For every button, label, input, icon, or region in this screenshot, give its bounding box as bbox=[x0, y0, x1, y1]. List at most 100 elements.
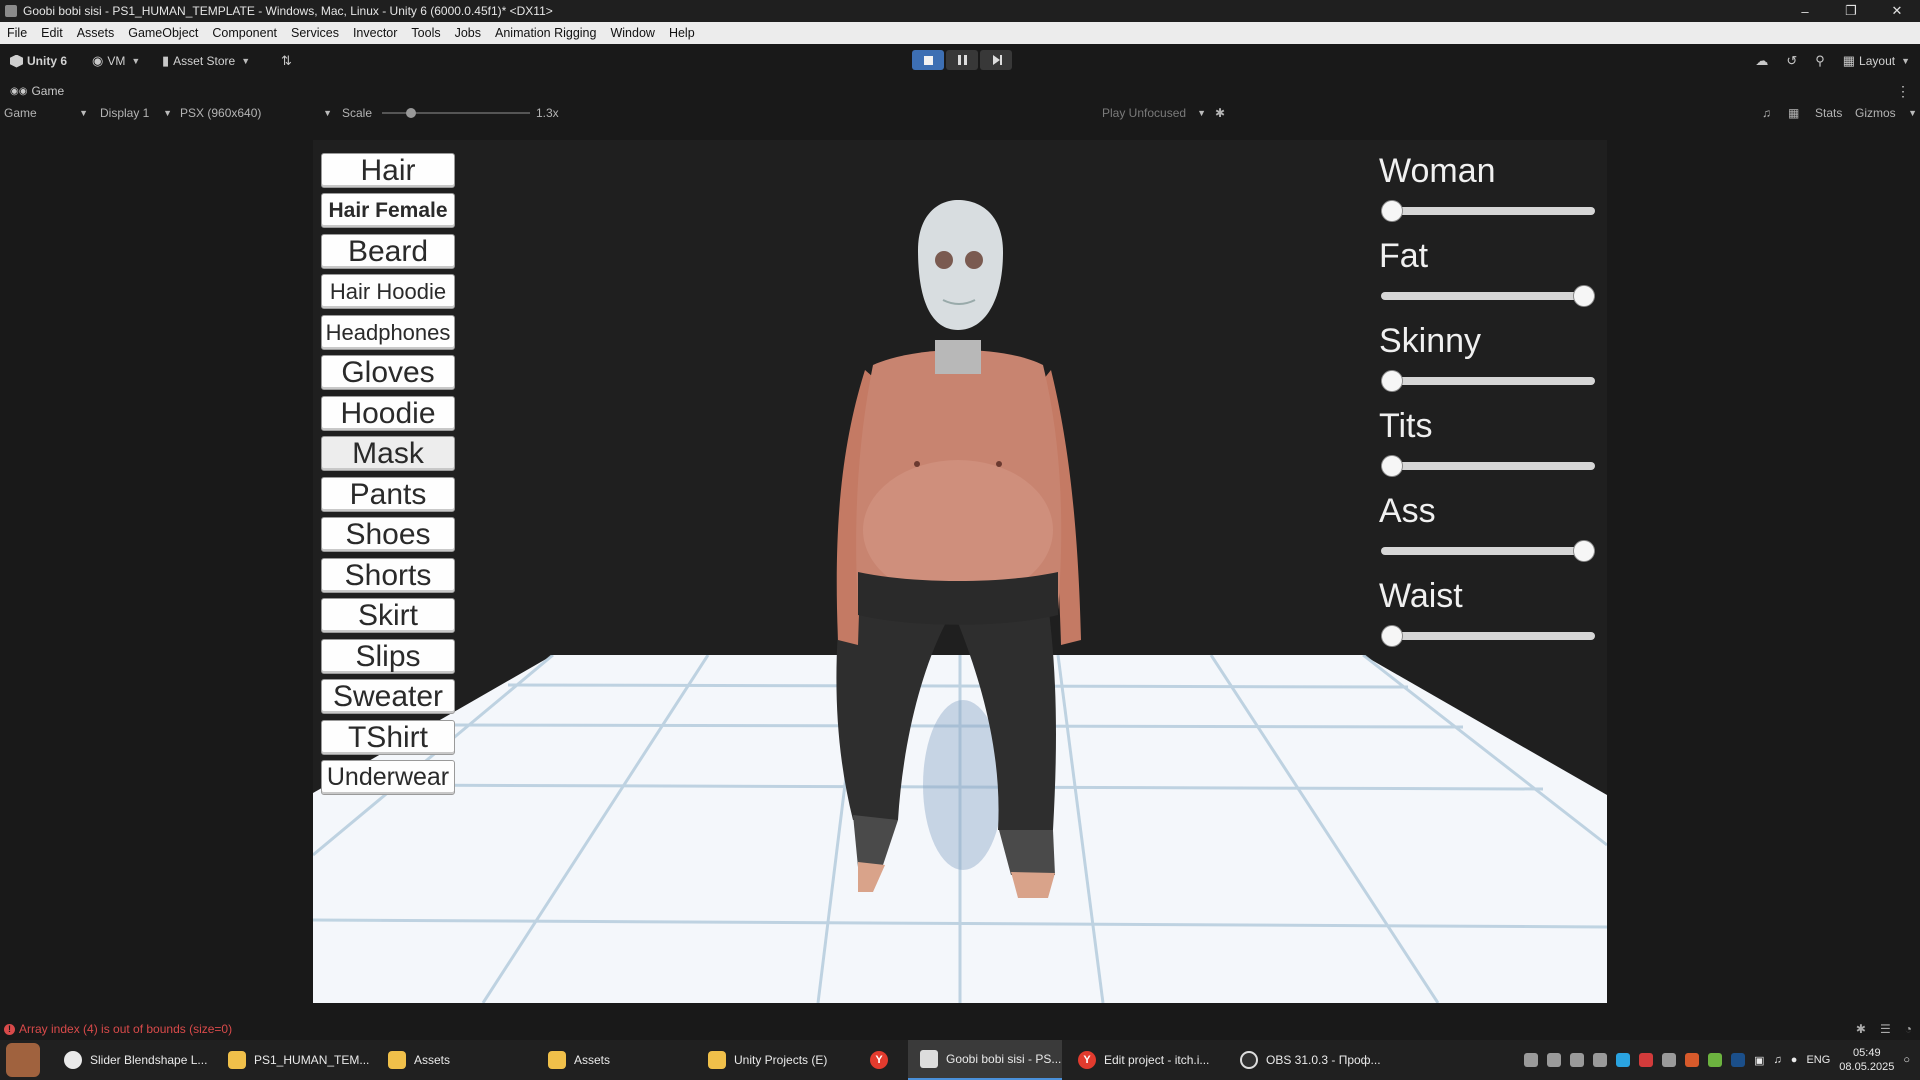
tits-slider-handle[interactable] bbox=[1381, 455, 1403, 477]
volume-icon[interactable]: ♫ bbox=[1774, 1054, 1782, 1066]
mask-button[interactable]: Mask bbox=[321, 436, 455, 471]
history-icon[interactable]: ↺ bbox=[1786, 53, 1797, 69]
woman-slider-handle[interactable] bbox=[1381, 200, 1403, 222]
hoodie-button[interactable]: Hoodie bbox=[321, 396, 455, 431]
usb-icon[interactable] bbox=[1662, 1053, 1677, 1067]
taskbar-item-itch[interactable]: Y Edit project - itch.i... bbox=[1078, 1040, 1209, 1080]
layout-dropdown[interactable]: ▦ Layout ▼ bbox=[1843, 53, 1910, 69]
underwear-button[interactable]: Underwear bbox=[321, 760, 455, 795]
beard-button[interactable]: Beard bbox=[321, 234, 455, 269]
microphone-icon[interactable]: ● bbox=[1791, 1054, 1798, 1066]
nvidia-icon[interactable] bbox=[1708, 1053, 1723, 1067]
telegram-icon[interactable] bbox=[1616, 1053, 1631, 1067]
fat-slider-handle[interactable] bbox=[1573, 285, 1595, 307]
hair-button[interactable]: Hair bbox=[321, 153, 455, 188]
user-avatar[interactable] bbox=[6, 1040, 40, 1080]
taskbar-item-unity-editor[interactable]: Goobi bobi sisi - PS... bbox=[908, 1040, 1062, 1080]
tray-app-icon[interactable] bbox=[1685, 1053, 1700, 1067]
skinny-slider[interactable] bbox=[1381, 370, 1595, 392]
menu-jobs[interactable]: Jobs bbox=[448, 22, 488, 44]
menu-edit[interactable]: Edit bbox=[34, 22, 70, 44]
steam-icon[interactable] bbox=[1731, 1053, 1746, 1067]
skirt-button[interactable]: Skirt bbox=[321, 598, 455, 633]
taskbar-item-assets-1[interactable]: Assets bbox=[388, 1040, 450, 1080]
menu-services[interactable]: Services bbox=[284, 22, 346, 44]
hair-hoodie-button[interactable]: Hair Hoodie bbox=[321, 274, 455, 309]
play-stop-button[interactable] bbox=[912, 50, 944, 70]
headphones-button[interactable]: Headphones bbox=[321, 315, 455, 350]
menu-animation-rigging[interactable]: Animation Rigging bbox=[488, 22, 603, 44]
audio-icon[interactable]: ♫ bbox=[1762, 102, 1771, 124]
pause-button[interactable] bbox=[946, 50, 978, 70]
waist-slider[interactable] bbox=[1381, 625, 1595, 647]
game-viewport[interactable]: Hair Hair Female Beard Hair Hoodie Headp… bbox=[313, 140, 1607, 1003]
waist-slider-handle[interactable] bbox=[1381, 625, 1403, 647]
notifications-icon[interactable]: ○ bbox=[1903, 1054, 1910, 1066]
search-icon[interactable]: ⚲ bbox=[1815, 53, 1825, 69]
play-mode-dropdown[interactable]: Play Unfocused ▼ bbox=[1102, 102, 1206, 124]
pants-button[interactable]: Pants bbox=[321, 477, 455, 512]
window-title-bar: Goobi bobi sisi - PS1_HUMAN_TEMPLATE - W… bbox=[0, 0, 1920, 22]
ass-slider-handle[interactable] bbox=[1573, 540, 1595, 562]
menu-assets[interactable]: Assets bbox=[70, 22, 122, 44]
menu-help[interactable]: Help bbox=[662, 22, 702, 44]
menu-component[interactable]: Component bbox=[205, 22, 284, 44]
scale-slider-handle[interactable] bbox=[406, 108, 416, 118]
taskbar-item-assets-2[interactable]: Assets bbox=[548, 1040, 610, 1080]
tray-app-icon[interactable] bbox=[1639, 1053, 1654, 1067]
minimize-button[interactable]: – bbox=[1782, 0, 1828, 22]
asset-store-dropdown[interactable]: ▮ Asset Store ▼ bbox=[162, 50, 250, 72]
fat-slider[interactable] bbox=[1381, 285, 1595, 307]
view-dropdown[interactable]: Game ▼ bbox=[4, 102, 88, 124]
stats-button[interactable]: Stats bbox=[1815, 102, 1842, 124]
menu-file[interactable]: File bbox=[0, 22, 34, 44]
taskbar-item-obs[interactable]: OBS 31.0.3 - Проф... bbox=[1240, 1040, 1381, 1080]
tshirt-button[interactable]: TShirt bbox=[321, 720, 455, 755]
more-options-icon[interactable]: ⋮ bbox=[1896, 83, 1910, 100]
slips-button[interactable]: Slips bbox=[321, 639, 455, 674]
shorts-button[interactable]: Shorts bbox=[321, 558, 455, 593]
gloves-button[interactable]: Gloves bbox=[321, 355, 455, 390]
step-button[interactable] bbox=[980, 50, 1012, 70]
account-dropdown[interactable]: ◉ VM ▼ bbox=[92, 50, 140, 72]
taskbar-item-ps1-folder[interactable]: PS1_HUMAN_TEM... bbox=[228, 1040, 369, 1080]
clock[interactable]: 05:49 08.05.2025 bbox=[1839, 1046, 1894, 1074]
scale-slider-track[interactable] bbox=[382, 112, 530, 114]
network-icon[interactable]: ▣ bbox=[1754, 1054, 1764, 1067]
woman-slider[interactable] bbox=[1381, 200, 1595, 222]
display-dropdown[interactable]: Display 1 ▼ bbox=[100, 102, 172, 124]
unity-6-button[interactable]: Unity 6 bbox=[10, 50, 67, 72]
menu-window[interactable]: Window bbox=[603, 22, 661, 44]
language-indicator[interactable]: ENG bbox=[1806, 1054, 1830, 1066]
bug-icon[interactable]: ✱ bbox=[1215, 102, 1225, 124]
close-button[interactable]: ✕ bbox=[1874, 0, 1920, 22]
tray-app-icon[interactable] bbox=[1593, 1053, 1608, 1067]
restore-button[interactable]: ❐ bbox=[1828, 0, 1874, 22]
debug-icon[interactable]: ✱ bbox=[1856, 1022, 1866, 1036]
version-control-button[interactable]: ⇅ bbox=[281, 50, 292, 72]
console-status-bar[interactable]: ! Array index (4) is out of bounds (size… bbox=[0, 1018, 1920, 1040]
tray-app-icon[interactable] bbox=[1524, 1053, 1539, 1067]
skinny-slider-handle[interactable] bbox=[1381, 370, 1403, 392]
tray-app-icon[interactable] bbox=[1570, 1053, 1585, 1067]
menu-tools[interactable]: Tools bbox=[404, 22, 447, 44]
hair-female-button[interactable]: Hair Female bbox=[321, 193, 455, 228]
menu-gameobject[interactable]: GameObject bbox=[121, 22, 205, 44]
shoes-button[interactable]: Shoes bbox=[321, 517, 455, 552]
taskbar-item-yandex[interactable]: Y bbox=[870, 1040, 896, 1080]
keyboard-icon[interactable]: ▦ bbox=[1788, 102, 1799, 124]
ass-slider[interactable] bbox=[1381, 540, 1595, 562]
menu-invector[interactable]: Invector bbox=[346, 22, 404, 44]
gizmos-dropdown[interactable]: Gizmos ▼ bbox=[1855, 102, 1917, 124]
taskbar-item-unity-projects[interactable]: Unity Projects (E) bbox=[708, 1040, 827, 1080]
taskbar-item-chatgpt[interactable]: Slider Blendshape L... bbox=[64, 1040, 207, 1080]
scale-value: 1.3x bbox=[536, 106, 559, 120]
progress-icon[interactable]: ◔ bbox=[1905, 1022, 1912, 1036]
tray-app-icon[interactable] bbox=[1547, 1053, 1562, 1067]
resolution-dropdown[interactable]: PSX (960x640) ▼ bbox=[180, 102, 332, 124]
sweater-button[interactable]: Sweater bbox=[321, 679, 455, 714]
tab-game[interactable]: ◉◉ Game bbox=[0, 84, 64, 98]
tits-slider[interactable] bbox=[1381, 455, 1595, 477]
cloud-icon[interactable]: ☁ bbox=[1755, 53, 1768, 69]
layers-icon[interactable]: ☰ bbox=[1880, 1022, 1891, 1036]
